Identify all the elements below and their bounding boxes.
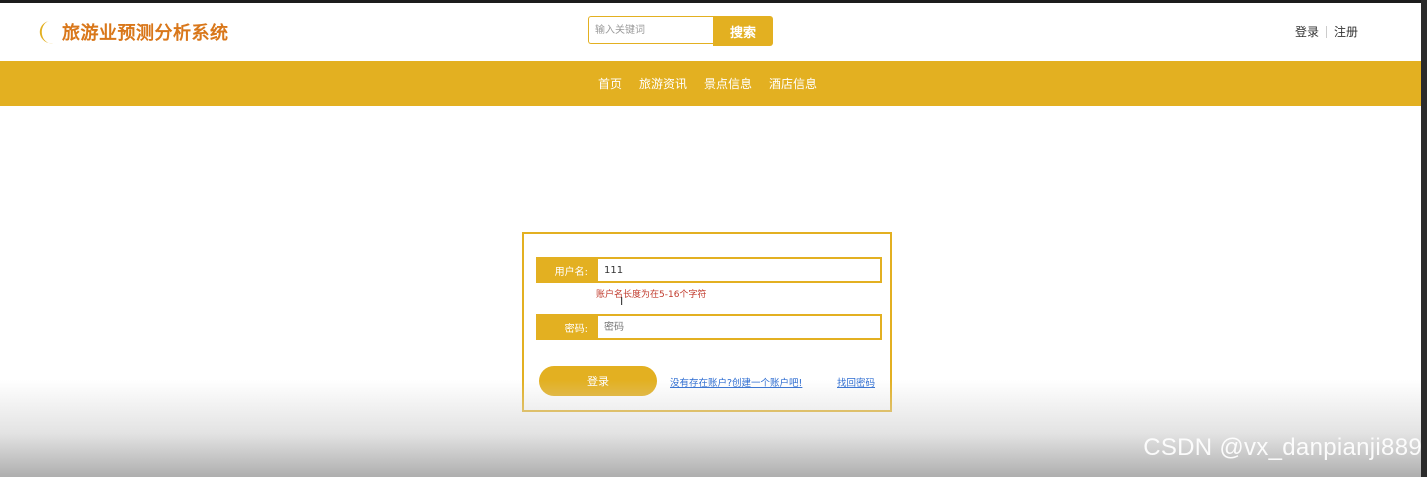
main-nav: 首页 旅游资讯 景点信息 酒店信息 (0, 61, 1421, 106)
login-button[interactable]: 登录 (539, 366, 657, 396)
search-bar: 搜索 (588, 16, 773, 46)
username-input[interactable] (596, 257, 882, 283)
nav-item-home[interactable]: 首页 (598, 75, 622, 92)
username-label: 用户名: (536, 257, 596, 283)
username-row: 用户名: (536, 257, 882, 283)
password-row: 密码: (536, 314, 882, 340)
watermark: CSDN @vx_danpianji889 (1143, 434, 1422, 461)
header-login-link[interactable]: 登录 (1295, 23, 1319, 40)
password-input[interactable] (596, 314, 882, 340)
login-form: 用户名: 账户名长度为在5-16个字符 I 密码: 登录 没有存在账户?创建一个… (522, 232, 892, 412)
search-input[interactable] (588, 16, 713, 44)
site-title: 旅游业预测分析系统 (62, 23, 229, 44)
nav-item-travel-news[interactable]: 旅游资讯 (639, 75, 687, 92)
nav-item-hotels[interactable]: 酒店信息 (769, 75, 817, 92)
mouse-text-cursor-icon: I (620, 295, 624, 308)
username-error-message: 账户名长度为在5-16个字符 (596, 290, 707, 300)
header-register-link[interactable]: 注册 (1334, 23, 1358, 40)
create-account-link[interactable]: 没有存在账户?创建一个账户吧! (670, 375, 802, 389)
password-label: 密码: (536, 314, 596, 340)
forgot-password-link[interactable]: 找回密码 (837, 375, 875, 389)
window-right-scrollbar[interactable] (1421, 0, 1427, 477)
auth-divider (1325, 25, 1327, 38)
site-logo[interactable]: 旅游业预测分析系统 (34, 19, 229, 45)
nav-item-attractions[interactable]: 景点信息 (704, 75, 752, 92)
crescent-moon-icon (34, 19, 56, 45)
auth-links: 登录 注册 (1295, 23, 1358, 40)
site-header: 旅游业预测分析系统 搜索 登录 注册 (0, 3, 1421, 61)
search-button[interactable]: 搜索 (713, 16, 773, 46)
